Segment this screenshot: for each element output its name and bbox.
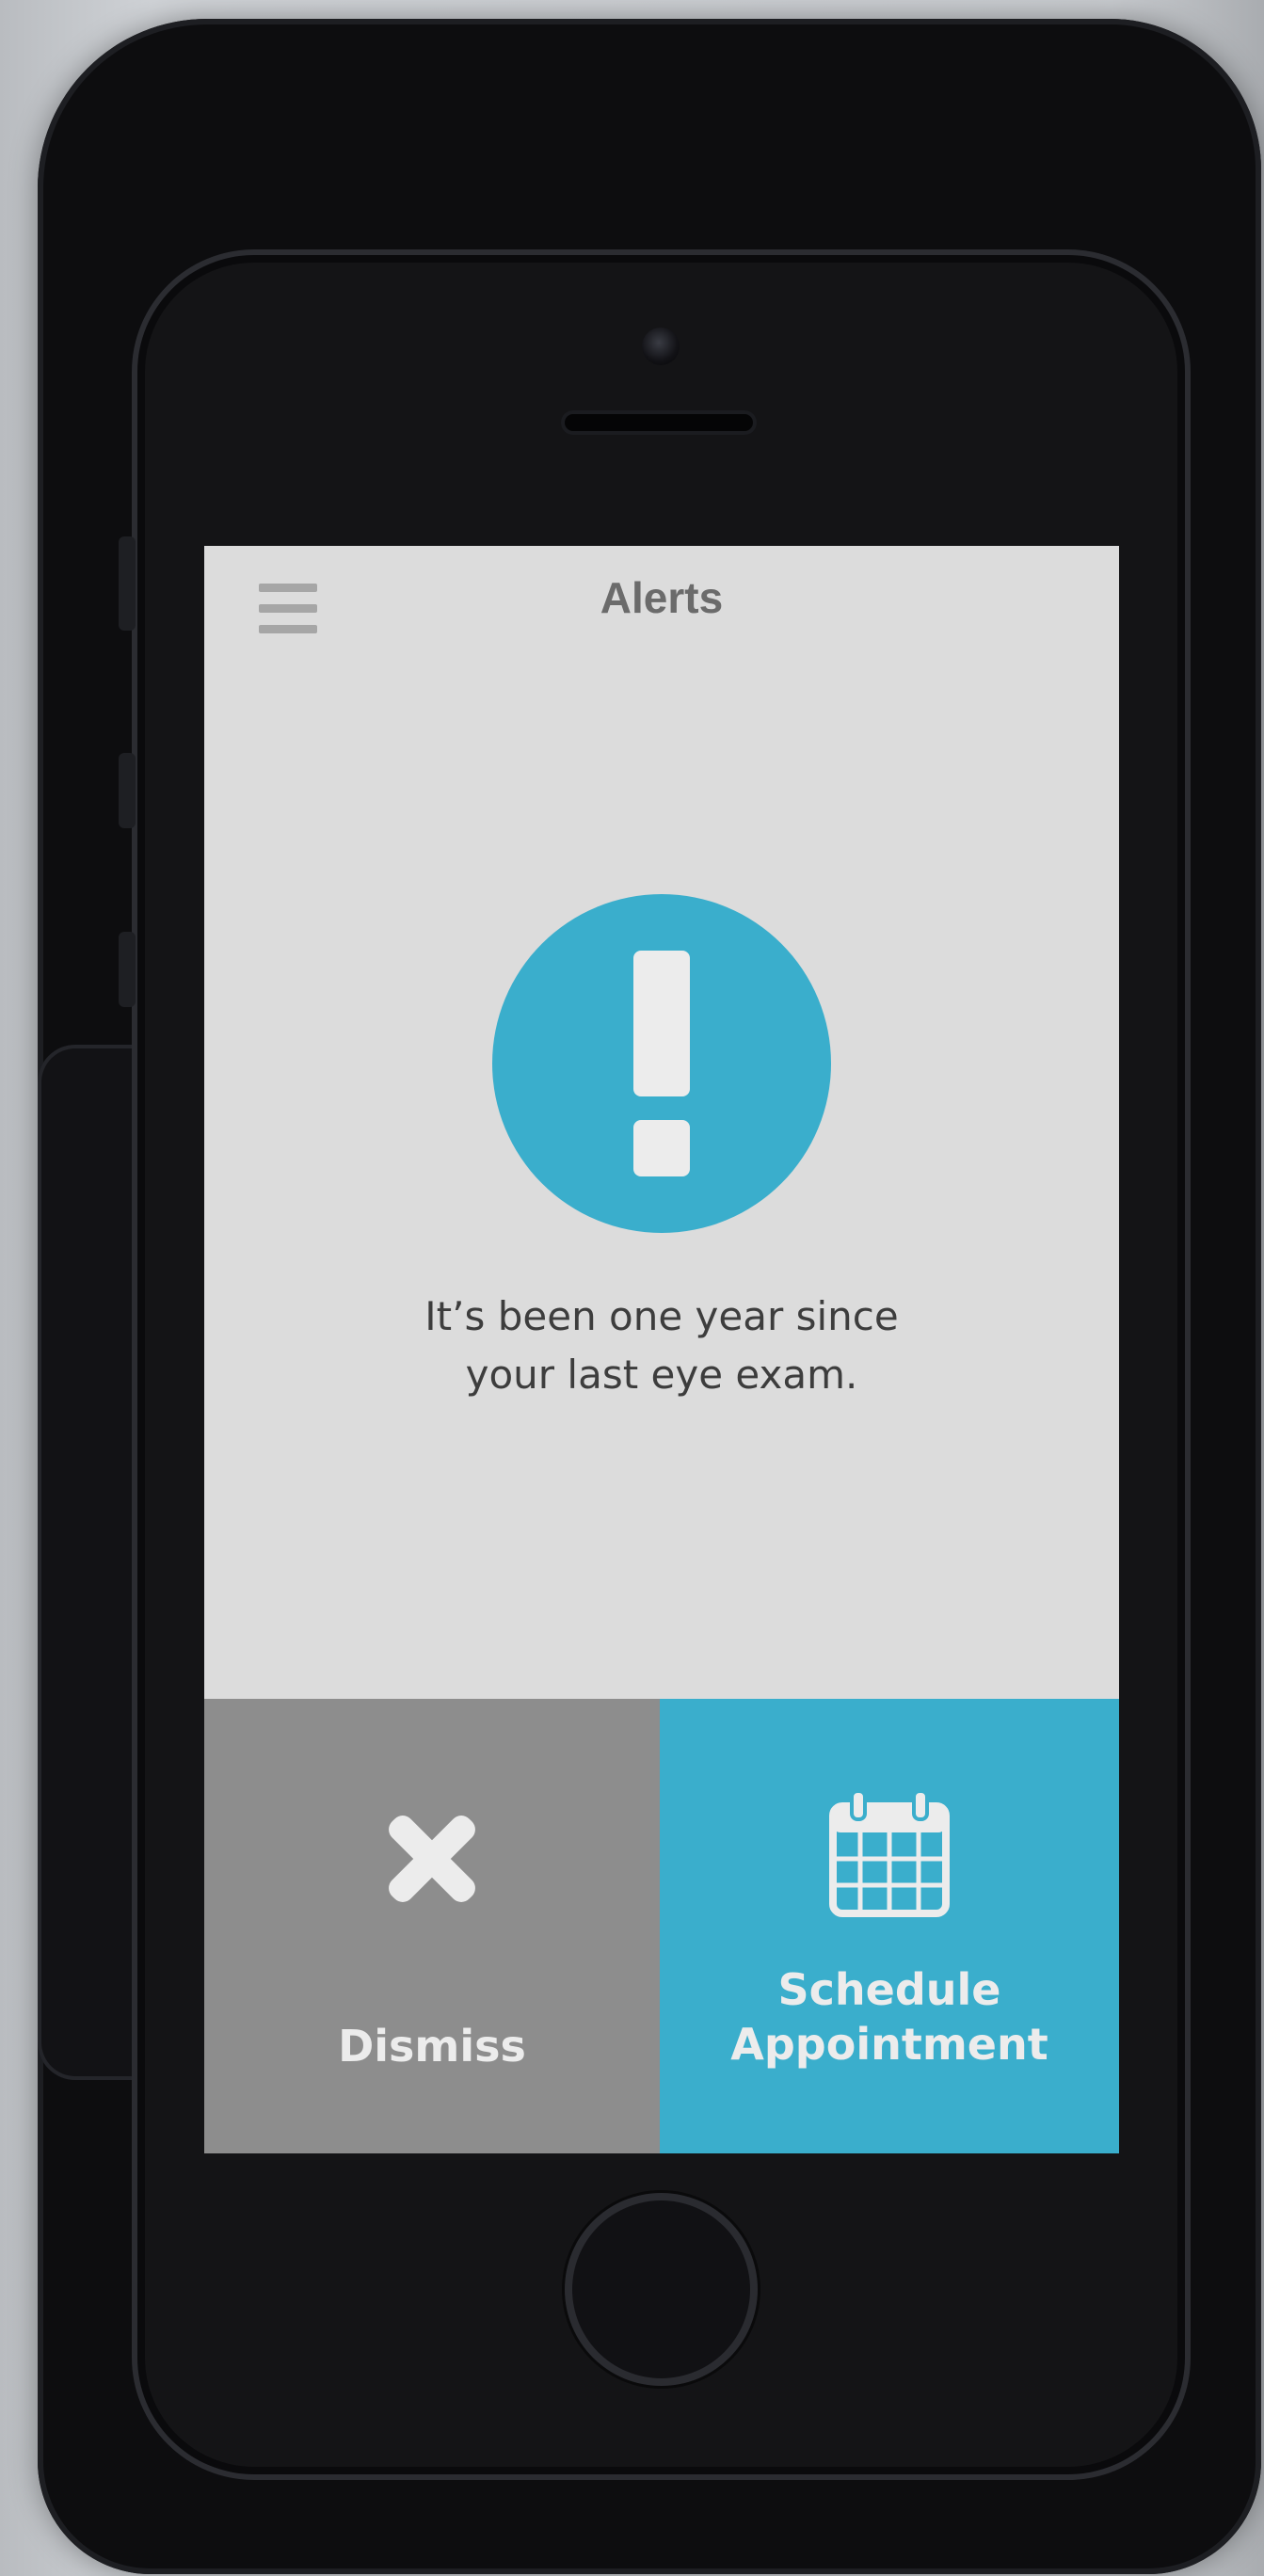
alert-badge <box>492 894 831 1233</box>
top-bar: Alerts <box>204 546 1119 678</box>
earpiece-speaker <box>565 414 753 431</box>
schedule-appointment-button[interactable]: Schedule Appointment <box>660 1699 1119 2153</box>
home-button[interactable] <box>565 2193 758 2386</box>
volume-up-button <box>119 753 136 828</box>
schedule-label-line-2: Appointment <box>730 2019 1048 2070</box>
dismiss-button[interactable]: Dismiss <box>204 1699 660 2153</box>
app-screen: Alerts It’s been one year since your las… <box>204 546 1119 2153</box>
page-title: Alerts <box>600 573 724 622</box>
front-camera <box>642 328 680 365</box>
alert-message-line-1: It’s been one year since <box>424 1293 899 1339</box>
alert-message: It’s been one year since your last eye e… <box>317 1288 1006 1404</box>
close-x-icon <box>389 1816 475 1902</box>
volume-down-button <box>119 932 136 1007</box>
mute-switch <box>119 536 136 631</box>
schedule-appointment-label: Schedule Appointment <box>660 1962 1119 2072</box>
schedule-label-line-1: Schedule <box>777 1964 1001 2015</box>
calendar-icon <box>829 1789 950 1917</box>
alert-message-line-2: your last eye exam. <box>465 1352 858 1398</box>
dismiss-label: Dismiss <box>338 2021 526 2072</box>
exclamation-icon <box>633 951 690 1176</box>
